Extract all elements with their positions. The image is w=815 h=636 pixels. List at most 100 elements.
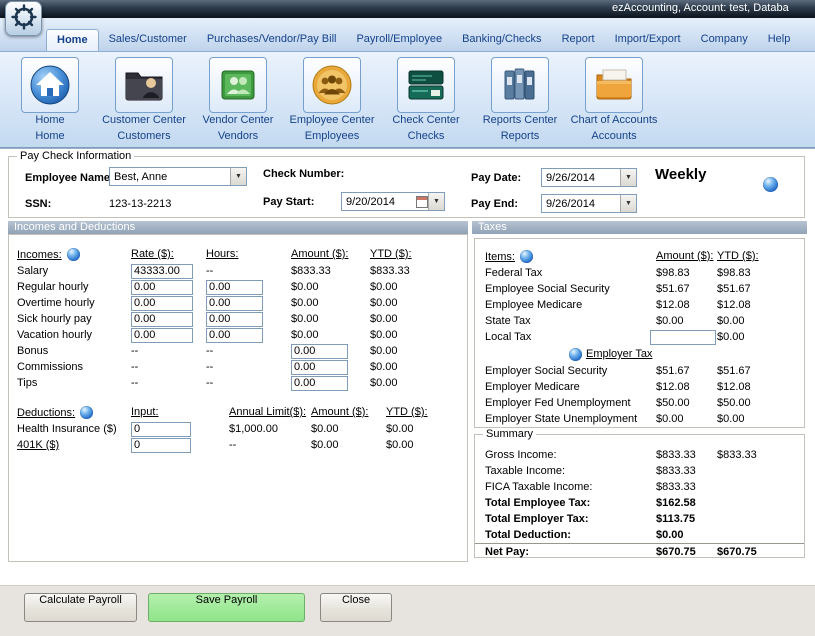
main-content: Pay Check Information Employee Name: Bes… xyxy=(0,148,815,585)
toolbar-customer-center[interactable]: Customer Center Customers xyxy=(100,57,188,142)
summary-row-total-employee-tax: Total Employee Tax: $162.58 xyxy=(475,495,804,511)
summary-row-total-employer-tax: Total Employer Tax: $113.75 xyxy=(475,511,804,527)
toolbar-reports-center[interactable]: Reports Center Reports xyxy=(476,57,564,142)
amount-value: $0.00 xyxy=(656,529,717,541)
401k-input[interactable] xyxy=(131,438,191,453)
pay-start-value: 9/20/2014 xyxy=(342,196,416,208)
tab-home[interactable]: Home xyxy=(46,29,99,51)
income-label: Bonus xyxy=(9,345,131,357)
tips-amount-input[interactable] xyxy=(291,376,348,391)
toolbar-check-center[interactable]: Check Center Checks xyxy=(382,57,470,142)
taxes-panel-header: Taxes xyxy=(472,221,807,234)
employee-name-value: Best, Anne xyxy=(110,171,230,183)
help-globe-icon[interactable] xyxy=(569,348,582,361)
toolbar-home[interactable]: Home Home xyxy=(6,57,94,142)
help-globe-icon[interactable] xyxy=(80,406,93,419)
overtime-rate-input[interactable] xyxy=(131,296,193,311)
rate-column-header: Rate ($): xyxy=(131,248,206,260)
chevron-down-icon[interactable]: ▼ xyxy=(428,193,444,210)
tax-row-employer-medicare: Employer Medicare $12.08 $12.08 xyxy=(475,379,804,395)
ssn-label: SSN: xyxy=(25,198,51,210)
amount-value: $833.33 xyxy=(656,465,717,477)
bonus-amount-input[interactable] xyxy=(291,344,348,359)
chevron-down-icon[interactable]: ▼ xyxy=(620,195,636,212)
toolbar-item-label: Check Center xyxy=(392,114,459,126)
salary-rate-input[interactable] xyxy=(131,264,193,279)
income-label: Salary xyxy=(9,265,131,277)
incomes-header-row: Incomes: Rate ($): Hours: Amount ($): YT… xyxy=(9,245,467,263)
help-globe-icon[interactable] xyxy=(763,177,778,192)
chevron-down-icon[interactable]: ▼ xyxy=(620,169,636,186)
pay-start-datepicker[interactable]: 9/20/2014 ▼ xyxy=(341,192,445,211)
tab-sales-customer[interactable]: Sales/Customer xyxy=(99,29,197,51)
limit-column-header: Annual Limit($): xyxy=(229,406,311,418)
tab-purchases-vendor-pay-bill[interactable]: Purchases/Vendor/Pay Bill xyxy=(197,29,347,51)
pay-end-select[interactable]: 9/26/2014 ▼ xyxy=(541,194,637,213)
vacation-hours-input[interactable] xyxy=(206,328,263,343)
commissions-amount-input[interactable] xyxy=(291,360,348,375)
toolbar-item-sublabel[interactable]: Accounts xyxy=(591,130,636,142)
toolbar-item-sublabel[interactable]: Reports xyxy=(501,130,540,142)
tab-help[interactable]: Help xyxy=(758,29,801,51)
amount-value: $12.08 xyxy=(656,299,717,311)
tax-label: Employer Fed Unemployment xyxy=(475,397,656,409)
amount-value: $833.33 xyxy=(656,481,717,493)
ytd-value: $51.67 xyxy=(717,283,804,295)
app-menu-button[interactable] xyxy=(5,1,42,36)
save-payroll-button[interactable]: Save Payroll xyxy=(148,593,305,622)
toolbar-chart-of-accounts[interactable]: Chart of Accounts Accounts xyxy=(570,57,658,142)
toolbar-item-sublabel[interactable]: Employees xyxy=(305,130,359,142)
tab-banking-checks[interactable]: Banking/Checks xyxy=(452,29,552,51)
pay-date-select[interactable]: 9/26/2014 ▼ xyxy=(541,168,637,187)
ytd-column-header: YTD ($): xyxy=(370,248,467,260)
deduction-401k-link[interactable]: 401K ($) xyxy=(17,439,59,451)
ytd-value: $0.00 xyxy=(386,423,467,435)
deduction-row-health-insurance: Health Insurance ($) $1,000.00 $0.00 $0.… xyxy=(9,421,467,437)
income-row-sick-hourly: Sick hourly pay $0.00 $0.00 xyxy=(9,311,467,327)
toolbar-employee-center[interactable]: Employee Center Employees xyxy=(288,57,376,142)
income-row-commissions: Commissions -- -- $0.00 xyxy=(9,359,467,375)
summary-label: Total Deduction: xyxy=(475,529,656,541)
taxes-panel: Items: Amount ($): YTD ($): Federal Tax … xyxy=(474,238,805,428)
tab-payroll-employee[interactable]: Payroll/Employee xyxy=(346,29,452,51)
ytd-value: $98.83 xyxy=(717,267,804,279)
employee-name-select[interactable]: Best, Anne ▼ xyxy=(109,167,247,186)
sick-hours-input[interactable] xyxy=(206,312,263,327)
tab-import-export[interactable]: Import/Export xyxy=(605,29,691,51)
calendar-icon[interactable] xyxy=(416,196,428,208)
sick-rate-input[interactable] xyxy=(131,312,193,327)
toolbar-item-sublabel[interactable]: Home xyxy=(35,130,64,142)
regular-hours-input[interactable] xyxy=(206,280,263,295)
tax-label: Employer Social Security xyxy=(475,365,656,377)
tax-row-local: Local Tax $0.00 xyxy=(475,329,804,345)
toolbar-item-sublabel[interactable]: Checks xyxy=(408,130,445,142)
income-label: Sick hourly pay xyxy=(9,313,131,325)
tab-company[interactable]: Company xyxy=(691,29,758,51)
summary-row-total-deduction: Total Deduction: $0.00 xyxy=(475,527,804,543)
employer-tax-header-row: Employer Tax xyxy=(475,345,804,363)
toolbar-item-label: Employee Center xyxy=(290,114,375,126)
tab-report[interactable]: Report xyxy=(552,29,605,51)
income-row-regular-hourly: Regular hourly $0.00 $0.00 xyxy=(9,279,467,295)
toolbar-item-sublabel[interactable]: Vendors xyxy=(218,130,258,142)
help-globe-icon[interactable] xyxy=(520,250,533,263)
tax-row-employee-social-security: Employee Social Security $51.67 $51.67 xyxy=(475,281,804,297)
regular-rate-input[interactable] xyxy=(131,280,193,295)
help-globe-icon[interactable] xyxy=(67,248,80,261)
close-button[interactable]: Close xyxy=(320,593,392,622)
amount-value: $162.58 xyxy=(656,497,717,509)
health-insurance-input[interactable] xyxy=(131,422,191,437)
incomes-deductions-panel: Incomes: Rate ($): Hours: Amount ($): YT… xyxy=(8,234,468,562)
menu-tab-bar: Home Sales/Customer Purchases/Vendor/Pay… xyxy=(0,18,815,52)
local-tax-input[interactable] xyxy=(650,330,716,345)
vacation-rate-input[interactable] xyxy=(131,328,193,343)
chevron-down-icon[interactable]: ▼ xyxy=(230,168,246,185)
toolbar-vendor-center[interactable]: Vendor Center Vendors xyxy=(194,57,282,142)
ytd-column-header: YTD ($): xyxy=(386,406,467,418)
overtime-hours-input[interactable] xyxy=(206,296,263,311)
toolbar-item-sublabel[interactable]: Customers xyxy=(117,130,170,142)
calculate-payroll-button[interactable]: Calculate Payroll xyxy=(24,593,137,622)
incomes-panel-header: Incomes and Deductions xyxy=(8,221,468,234)
tax-label: Local Tax xyxy=(475,331,656,343)
tax-row-employee-medicare: Employee Medicare $12.08 $12.08 xyxy=(475,297,804,313)
